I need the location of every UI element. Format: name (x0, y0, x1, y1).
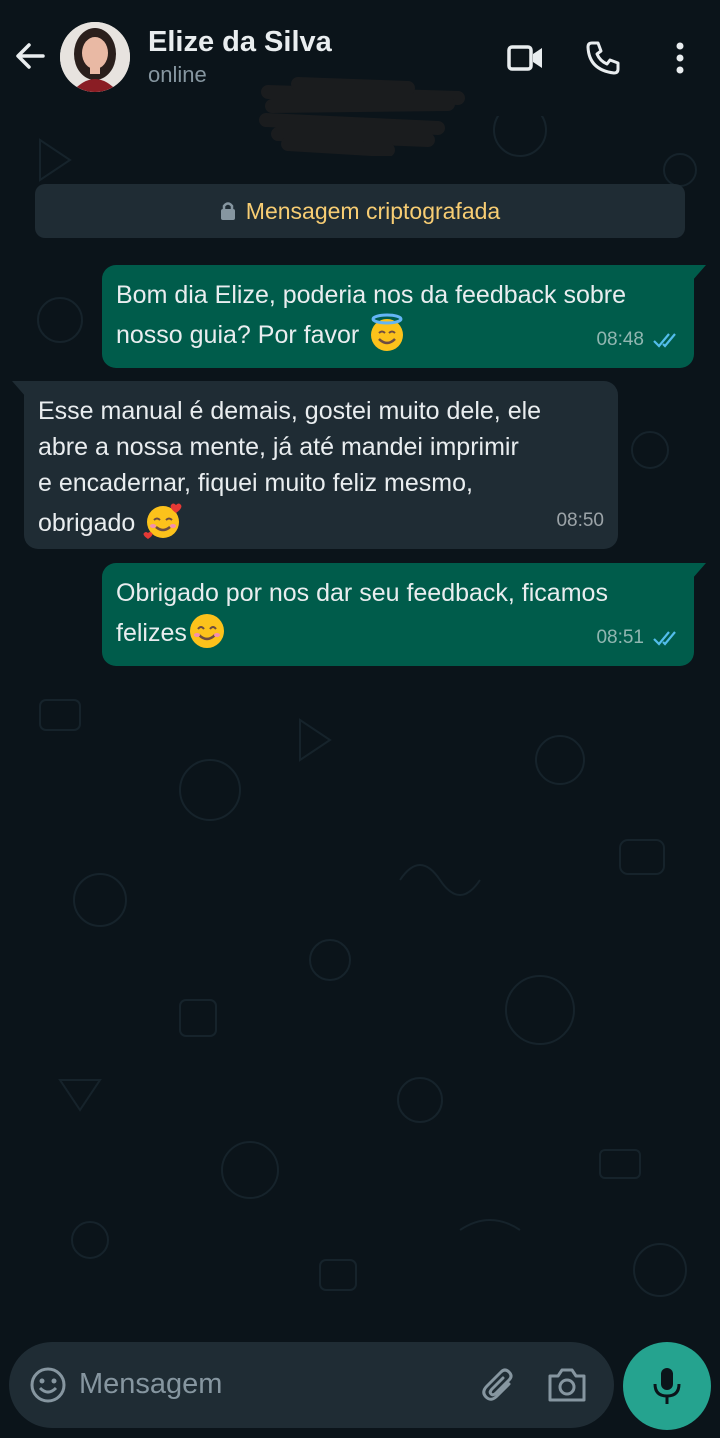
more-options-icon[interactable] (660, 38, 700, 78)
message-time: 08:50 (556, 510, 604, 531)
voice-call-icon[interactable] (583, 38, 623, 78)
message-input[interactable]: Mensagem (79, 1368, 222, 1401)
message-text: Esse manual é demais, gostei muito dele,… (38, 397, 542, 537)
incoming-message-bubble[interactable]: Esse manual é demais, gostei muito dele,… (12, 381, 618, 549)
encryption-notice-text: Mensagem criptografada (245, 197, 501, 224)
microphone-button[interactable] (623, 1342, 711, 1430)
message-time: 08:48 (596, 329, 644, 350)
attach-paperclip-icon[interactable] (479, 1364, 521, 1406)
contact-status: online (148, 62, 207, 87)
read-receipt-icon (653, 631, 676, 646)
message-time: 08:51 (596, 627, 644, 648)
lock-icon (220, 202, 235, 220)
read-receipt-icon (653, 333, 676, 348)
message-input-bar[interactable]: Mensagem (9, 1342, 614, 1428)
camera-icon[interactable] (545, 1364, 589, 1406)
redaction-scribble (259, 77, 465, 156)
message-meta: 08:50 (556, 503, 604, 539)
smiling-face-with-smiling-eyes-emoji-icon (189, 614, 224, 648)
back-arrow-icon[interactable] (12, 38, 48, 74)
contact-name[interactable]: Elize da Silva (148, 26, 332, 59)
message-meta: 08:51 (596, 620, 680, 656)
outgoing-message-bubble[interactable]: Obrigado por nos dar seu feedback, ficam… (102, 563, 706, 666)
video-call-icon[interactable] (505, 38, 545, 78)
emoji-picker-icon[interactable] (29, 1366, 67, 1404)
contact-avatar[interactable] (60, 22, 130, 92)
smiling-face-with-halo-emoji-icon (371, 313, 404, 351)
outgoing-message-bubble[interactable]: Bom dia Elize, poderia nos da feedback s… (102, 265, 706, 368)
microphone-icon (653, 1368, 681, 1404)
message-meta: 08:48 (596, 322, 680, 358)
smiling-face-with-hearts-emoji-icon (143, 503, 182, 539)
encryption-notice[interactable]: Mensagem criptografada (35, 184, 685, 238)
